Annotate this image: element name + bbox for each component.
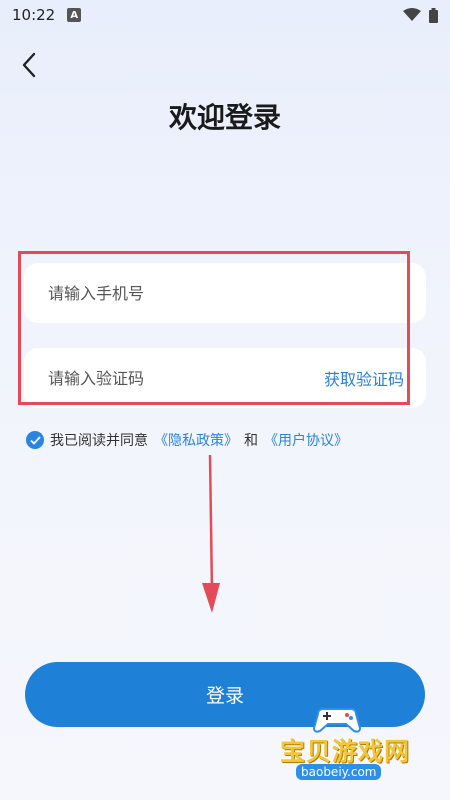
- code-field[interactable]: 获取验证码: [24, 348, 426, 408]
- agreement-prefix: 我已阅读并同意: [50, 433, 148, 449]
- watermark-logo: 宝贝游戏网 baobeiy.com: [272, 706, 422, 786]
- wifi-icon: [403, 8, 421, 21]
- battery-icon: [429, 7, 438, 23]
- user-agreement-link[interactable]: 《用户协议》: [264, 430, 348, 450]
- agreement-and: 和: [244, 433, 258, 449]
- agreement-checkbox[interactable]: [26, 431, 44, 449]
- code-input[interactable]: [46, 367, 270, 389]
- gamepad-icon: [312, 707, 362, 733]
- back-arrow-icon: [22, 52, 36, 78]
- status-bar: 10:22 A: [0, 0, 450, 30]
- watermark-brand: 宝贝游戏网: [280, 737, 411, 766]
- phone-field[interactable]: [24, 263, 426, 323]
- status-right: [403, 7, 438, 23]
- status-left: 10:22 A: [12, 6, 82, 24]
- back-button[interactable]: [14, 50, 44, 80]
- get-code-button[interactable]: 获取验证码: [324, 366, 404, 390]
- down-arrow-annotation: [202, 455, 220, 613]
- status-time: 10:22: [12, 6, 56, 24]
- notification-a-icon: A: [67, 8, 82, 22]
- privacy-policy-link[interactable]: 《隐私政策》: [154, 430, 238, 450]
- watermark-domain: baobeiy.com: [296, 764, 382, 780]
- agreement-row: 我已阅读并同意 《隐私政策》 和 《用户协议》: [26, 430, 348, 450]
- page-title: 欢迎登录: [168, 101, 281, 134]
- check-icon: [29, 435, 41, 445]
- phone-input[interactable]: [46, 282, 270, 304]
